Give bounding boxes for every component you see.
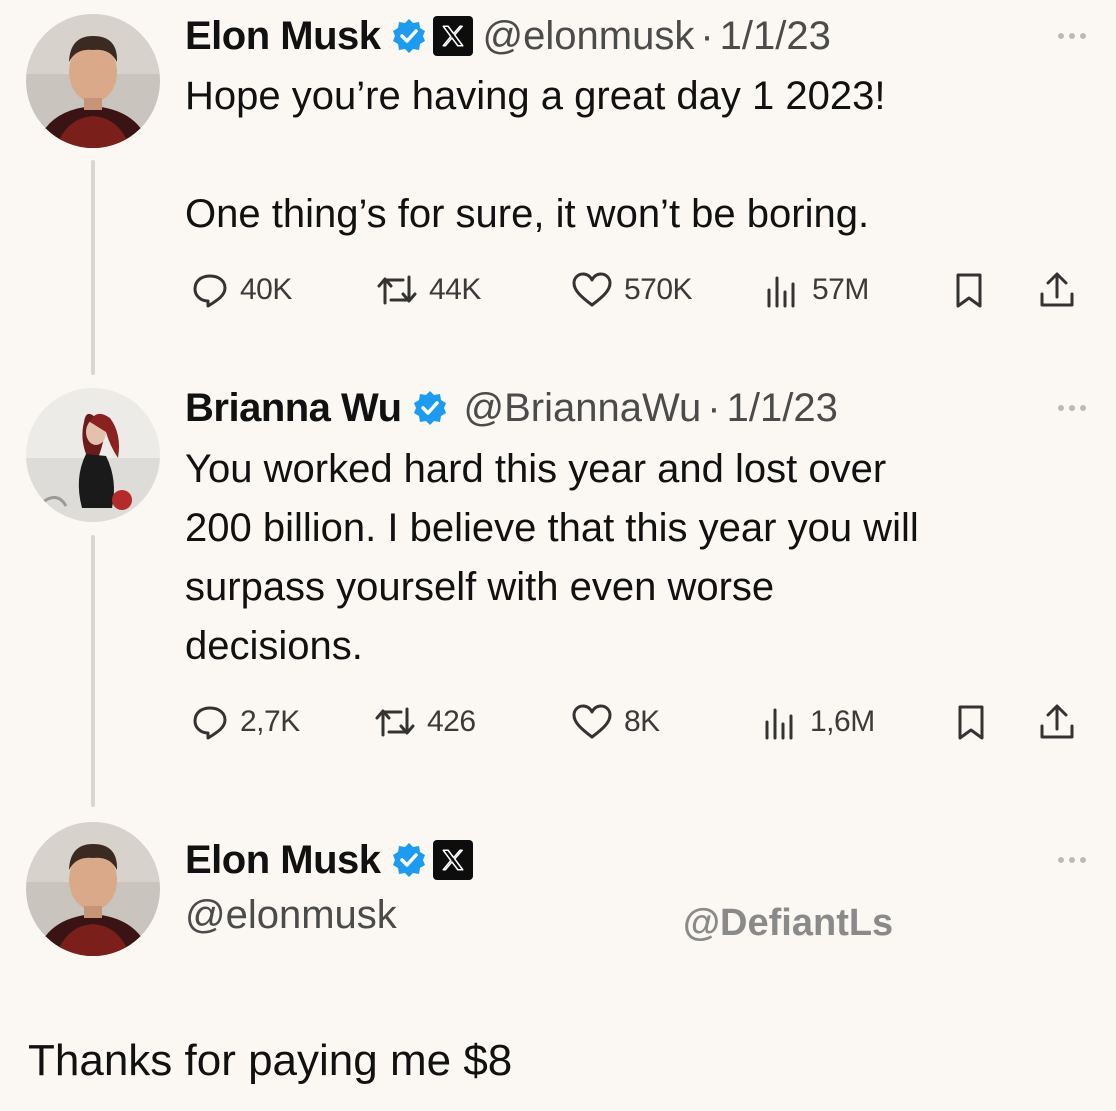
author-handle[interactable]: @elonmusk [185,893,397,938]
views-icon [767,276,795,308]
reply-button[interactable]: 40K [190,265,292,315]
tweet-text: Thanks for paying me $8 [28,1036,513,1085]
reply-count: 40K [240,273,292,306]
tweet-text-line: 200 billion. I believe that this year yo… [185,506,919,550]
reply-button[interactable]: 2,7K [190,697,300,747]
bookmark-icon [956,273,982,308]
avatar-elon[interactable] [26,14,160,148]
author-name[interactable]: Brianna Wu [185,386,402,431]
repost-count: 426 [427,705,476,738]
reply-icon [193,706,227,740]
repost-button[interactable]: 426 [373,697,476,747]
reply-count: 2,7K [240,705,300,738]
thread-connector-line [91,160,95,375]
tweet-text-line: decisions. [185,624,363,668]
watermark-text: @DefiantLs [683,902,894,944]
tweet-text: You worked hard this year and lost over … [185,440,1065,676]
tweet-text-line: surpass yourself with even worse [185,565,775,609]
views-button[interactable]: 57M [762,265,869,315]
like-button[interactable]: 8K [570,697,660,747]
avatar-brianna[interactable] [26,388,160,522]
bookmark-button[interactable] [951,697,1001,747]
avatar-elon[interactable] [26,822,160,956]
author-handle[interactable]: @elonmusk [483,14,695,59]
avatar-image [26,388,160,522]
author-name[interactable]: Elon Musk [185,838,381,883]
tweet-header: Elon Musk [185,830,473,890]
tweet-text: Hope you’re having a great day 1 2023! O… [185,67,1065,244]
separator-dot: · [700,13,714,58]
more-icon[interactable] [1058,405,1086,411]
avatar-image [26,822,160,956]
verified-badge-icon [391,842,427,878]
bookmark-icon [958,705,984,740]
repost-button[interactable]: 44K [375,265,481,315]
reply-icon [193,274,227,308]
author-name[interactable]: Elon Musk [185,14,381,59]
share-button[interactable] [1037,697,1087,747]
tweet-actions: 2,7K 426 8K 1,6M [185,697,1085,747]
views-button[interactable]: 1,6M [760,697,875,747]
more-icon[interactable] [1058,857,1086,863]
repost-icon [377,275,417,305]
views-count: 57M [812,273,869,306]
separator-dot: · [707,385,721,430]
verified-badge-icon [412,390,448,426]
tweet-header: Elon Musk @elonmusk · 1/1/23 [185,6,831,66]
tweet-date[interactable]: 1/1/23 [727,386,838,431]
share-button[interactable] [1037,265,1087,315]
like-count: 570K [624,273,693,306]
x-logo-icon [432,840,473,880]
tweet-header: Brianna Wu @BriannaWu · 1/1/23 [185,378,838,438]
tweet-date[interactable]: 1/1/23 [720,14,831,59]
views-count: 1,6M [810,705,875,738]
verified-badge-icon [391,18,427,54]
thread-connector-line [91,535,95,807]
x-logo-icon [432,16,473,56]
tweet-text-line: You worked hard this year and lost over [185,447,887,491]
tweet-text-line: One thing’s for sure, it won’t be boring… [185,192,870,236]
like-count: 8K [624,705,660,738]
author-handle[interactable]: @BriannaWu [464,386,702,431]
repost-count: 44K [429,273,481,306]
like-button[interactable]: 570K [570,265,693,315]
heart-icon [572,272,612,307]
repost-icon [375,707,415,737]
tweet-text-line: Hope you’re having a great day 1 2023! [185,74,886,118]
avatar-image [26,14,160,148]
more-icon[interactable] [1058,33,1086,39]
tweet-actions: 40K 44K 570K 57M [185,265,1085,315]
heart-icon [572,704,612,739]
bookmark-button[interactable] [949,265,999,315]
share-icon [1040,704,1074,739]
share-icon [1040,272,1074,307]
views-icon [765,708,793,740]
